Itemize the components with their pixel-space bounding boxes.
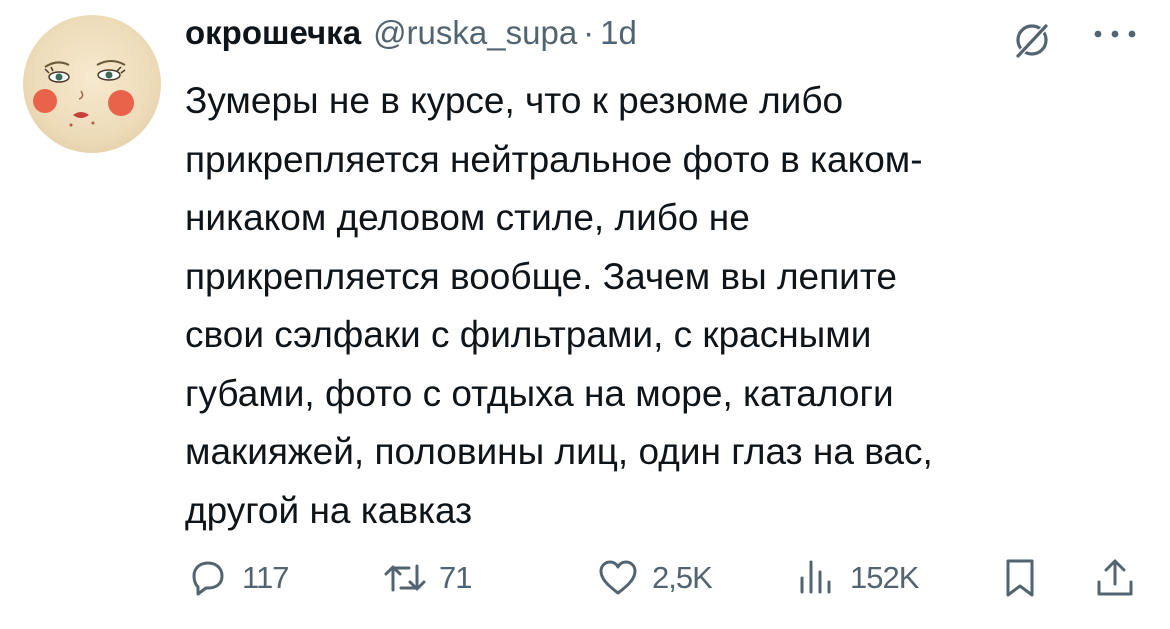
views-count: 152K: [850, 560, 919, 595]
like-count: 2,5K: [652, 560, 713, 595]
share-button[interactable]: [1093, 548, 1137, 608]
grok-icon[interactable]: [1010, 18, 1054, 62]
timestamp[interactable]: 1d: [600, 14, 637, 52]
tweet-line: никаком деловом стиле, либо не: [185, 197, 750, 238]
reply-icon: [192, 561, 224, 596]
avatar[interactable]: [23, 15, 161, 153]
tweet-line: прикрепляется вообще. Зачем вы лепите: [185, 255, 897, 297]
views-button[interactable]: 152K: [794, 548, 919, 608]
bookmark-icon: [1006, 559, 1034, 597]
tweet-line: свои сэлфаки с фильтрами, с красными: [185, 314, 872, 355]
share-icon: [1097, 559, 1133, 596]
views-icon: [800, 560, 831, 594]
more-icon[interactable]: [1090, 24, 1140, 44]
display-name[interactable]: окрошечка: [185, 14, 361, 52]
tweet-text: Зумеры не в курсе, что к резюме либо при…: [185, 72, 1085, 540]
user-handle[interactable]: @ruska_supa: [373, 14, 577, 52]
separator-dot: ·: [583, 14, 595, 51]
reply-button[interactable]: 117: [186, 548, 289, 608]
tweet-line: макияжей, половины лиц, один глаз на вас…: [185, 431, 933, 472]
retweet-button[interactable]: 71: [383, 548, 472, 608]
tweet-line: Зумеры не в курсе, что к резюме либо: [185, 80, 844, 121]
tweet-line: прикрепляется нейтральное фото в каком-: [185, 138, 923, 180]
like-button[interactable]: 2,5K: [596, 548, 713, 608]
heart-icon: [599, 560, 637, 595]
cartoon-face-avatar: [33, 60, 134, 127]
tweet-line: губами, фото с отдыха на море, каталоги: [185, 372, 894, 414]
tweet-header: окрошечка @ruska_supa · 1d: [185, 14, 637, 60]
tweet-line: другой на кавказ: [185, 489, 473, 531]
bookmark-button[interactable]: [998, 548, 1042, 608]
action-bar: 117 71 2,5K 152K: [0, 548, 1170, 608]
retweet-count: 71: [439, 560, 472, 595]
reply-count: 117: [242, 560, 289, 595]
retweet-icon: [384, 564, 426, 592]
